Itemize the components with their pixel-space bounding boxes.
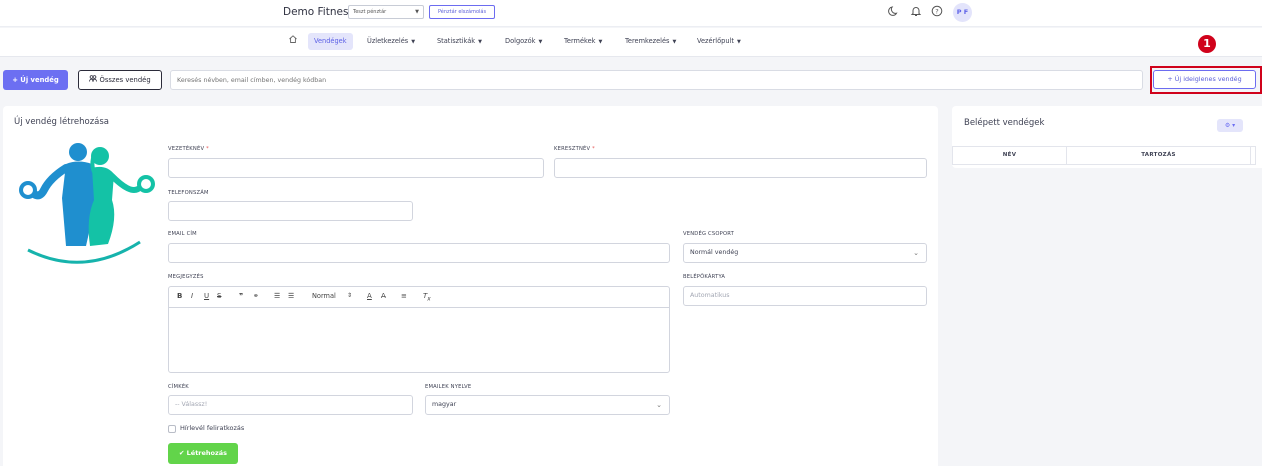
newsletter-label: Hírlevél feliratkozás (180, 424, 245, 432)
user-avatar[interactable]: P F (953, 3, 972, 22)
chevron-down-icon: ▼ (411, 39, 416, 45)
nav-item-vezerlopult[interactable]: Vezérlőpult ▼ (697, 33, 741, 50)
nav-item-statisztikak[interactable]: Statisztikák ▼ (437, 33, 482, 50)
users-icon (89, 75, 99, 84)
chevron-down-icon: ▼ (415, 9, 419, 15)
phone-input[interactable] (168, 201, 413, 221)
guest-group-label: VENDÉG CSOPORT (683, 231, 735, 237)
bell-icon[interactable] (910, 5, 922, 17)
email-input[interactable] (168, 243, 670, 263)
column-header-debt[interactable]: TARTOZÁS (1067, 147, 1251, 164)
bold-icon[interactable]: B (177, 292, 182, 300)
new-guest-card: Új vendég létrehozása VEZETÉKNÉV * KERES… (3, 106, 938, 466)
nav-item-label: Teremkezelés (625, 37, 670, 45)
nav-item-label: Vendégek (314, 37, 347, 45)
brand-name: Demo Fitness (283, 6, 354, 18)
chevron-down-icon: ▼ (478, 39, 482, 45)
svg-text:?: ? (935, 7, 938, 15)
link-icon[interactable]: ⚭ (253, 292, 259, 300)
firstname-input[interactable] (554, 158, 927, 178)
nav-item-teremkezeles[interactable]: Teremkezelés ▼ (625, 33, 676, 50)
checked-in-guests-card: Belépett vendégek ⚙ ▾ NÉV TARTOZÁS (952, 106, 1262, 168)
phone-label: TELEFONSZÁM (168, 190, 209, 196)
clear-format-icon[interactable]: Tx (423, 292, 431, 302)
nav-item-termekek[interactable]: Termékek ▼ (564, 33, 602, 50)
lastname-label: VEZETÉKNÉV * (168, 146, 209, 152)
bullet-list-icon[interactable]: ☰ (288, 292, 294, 300)
cash-register-value: Teszt pénztár (353, 9, 387, 15)
chevron-updown-icon: ⇕ (347, 292, 353, 299)
email-language-value: magyar (432, 401, 457, 408)
tags-label: CÍMKÉK (168, 384, 189, 390)
background-color-icon[interactable]: A̶ (381, 292, 386, 300)
chevron-down-icon: ▼ (598, 39, 603, 45)
new-temporary-guest-button[interactable]: + Új ideiglenes vendég (1153, 70, 1256, 89)
nav-item-uzletkezeles[interactable]: Üzletkezelés ▼ (367, 33, 415, 50)
quote-icon[interactable]: ❞ (239, 292, 243, 300)
newsletter-checkbox[interactable] (168, 425, 176, 433)
format-select[interactable]: Normal (312, 292, 336, 300)
cash-settlement-button[interactable]: Pénztár elszámolás (429, 5, 495, 19)
entry-card-input[interactable]: Automatikus (683, 286, 927, 306)
new-guest-button[interactable]: + Új vendég (3, 70, 68, 90)
nav-item-label: Dolgozók (505, 37, 536, 45)
chevron-down-icon: ▼ (672, 39, 677, 45)
strike-icon[interactable]: S (217, 292, 221, 300)
moon-icon[interactable] (888, 5, 900, 17)
nav-item-label: Vezérlőpult (697, 37, 734, 45)
note-label: MEGJEGYZÉS (168, 274, 204, 280)
checked-in-table-header: NÉV TARTOZÁS (952, 146, 1256, 165)
underline-icon[interactable]: U (204, 292, 209, 300)
email-label: EMAIL CÍM (168, 231, 197, 237)
italic-icon[interactable]: I (191, 292, 193, 300)
tags-select[interactable]: -- Válassz! (168, 395, 413, 415)
main-nav: Vendégek Üzletkezelés ▼ Statisztikák ▼ Dol… (0, 28, 1262, 57)
all-guests-label: Összes vendég (99, 76, 151, 84)
column-header-name[interactable]: NÉV (953, 147, 1067, 164)
chevron-down-icon: ▼ (538, 39, 543, 45)
text-color-icon[interactable]: A (367, 292, 372, 300)
chevron-down-icon: ▼ (736, 39, 741, 45)
entry-card-label: BELÉPŐKÁRTYA (683, 274, 726, 280)
chevron-down-icon: ⌄ (656, 401, 662, 409)
note-editor[interactable]: B I U S ❞ ⚭ ☰ ☰ Normal ⇕ A A̶ ≡ Tx (168, 286, 670, 373)
editor-toolbar: B I U S ❞ ⚭ ☰ ☰ Normal ⇕ A A̶ ≡ Tx (169, 287, 669, 308)
settings-dropdown[interactable]: ⚙ ▾ (1217, 119, 1243, 132)
ordered-list-icon[interactable]: ☰ (274, 292, 280, 300)
create-button[interactable]: ✔ Létrehozás (168, 443, 238, 464)
top-bar: Demo Fitness Teszt pénztár ▼ Pénztár els… (0, 0, 1262, 27)
help-icon[interactable]: ? (931, 5, 943, 17)
nav-item-label: Statisztikák (437, 37, 476, 45)
all-guests-button[interactable]: Összes vendég (78, 70, 162, 90)
nav-item-label: Termékek (564, 37, 596, 45)
email-language-select[interactable]: magyar ⌄ (425, 395, 670, 415)
home-icon[interactable] (288, 34, 298, 47)
lastname-input[interactable] (168, 158, 544, 178)
nav-item-dolgozok[interactable]: Dolgozók ▼ (505, 33, 542, 50)
card-title: Új vendég létrehozása (14, 117, 110, 127)
firstname-label: KERESZTNÉV * (554, 146, 595, 152)
guest-search-input[interactable] (170, 70, 1143, 90)
annotation-marker: 1 (1198, 35, 1216, 53)
guest-group-select[interactable]: Normál vendég ⌄ (683, 243, 927, 263)
fitness-illustration (10, 138, 158, 268)
cash-register-select[interactable]: Teszt pénztár ▼ (348, 5, 424, 19)
card-title: Belépett vendégek (964, 118, 1045, 128)
email-language-label: EMAILEK NYELVE (425, 384, 472, 390)
nav-item-vendegek[interactable]: Vendégek (308, 33, 353, 50)
nav-item-label: Üzletkezelés (367, 37, 409, 45)
align-icon[interactable]: ≡ (401, 292, 407, 300)
chevron-down-icon: ⌄ (913, 249, 919, 257)
guest-group-value: Normál vendég (690, 249, 739, 256)
